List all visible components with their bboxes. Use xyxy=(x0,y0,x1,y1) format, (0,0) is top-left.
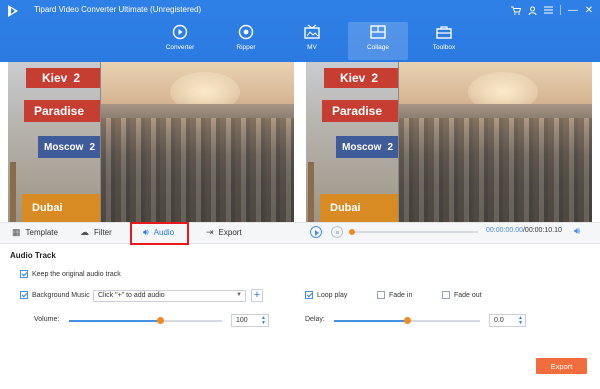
fade-in-checkbox[interactable]: Fade in xyxy=(377,291,412,299)
main-nav: Converter Ripper MV Collage Toolbox xyxy=(150,22,480,60)
checkbox-box[interactable] xyxy=(305,291,313,299)
city-photo xyxy=(398,62,592,222)
template-icon: ▦ xyxy=(12,227,21,237)
keep-original-audio-checkbox[interactable]: Keep the original audio track xyxy=(20,270,121,278)
nav-label: MV xyxy=(307,44,317,51)
window-controls: — ✕ xyxy=(509,3,596,17)
player-controls: 00:00:00.00/00:00:10.10 🔊︎ xyxy=(308,226,596,240)
ripper-icon xyxy=(238,24,254,40)
current-time: 00:00:00.00 xyxy=(486,227,523,234)
sign-dubai: Dubai xyxy=(22,194,100,222)
nav-label: Collage xyxy=(366,44,390,51)
fade-out-checkbox[interactable]: Fade out xyxy=(442,291,482,299)
delay-slider-fill xyxy=(334,320,407,322)
sign-dubai: Dubai xyxy=(320,194,398,222)
city-rooftops xyxy=(398,118,592,222)
minimize-icon[interactable]: — xyxy=(566,3,580,17)
volume-slider-fill xyxy=(69,320,161,322)
toolbox-icon xyxy=(436,26,452,39)
nav-item-toolbox[interactable]: Toolbox xyxy=(414,22,474,60)
loop-play-checkbox[interactable]: Loop play xyxy=(305,291,347,299)
delay-slider-knob[interactable] xyxy=(403,317,411,324)
collage-icon xyxy=(370,25,386,39)
signpost-photo: Kiev 2 Paradise Moscow 2 Dubai xyxy=(8,62,104,222)
volume-icon[interactable]: 🔊︎ xyxy=(574,226,580,237)
nav-label: Toolbox xyxy=(432,44,456,51)
nav-label: Converter xyxy=(165,44,195,51)
sea xyxy=(398,104,592,118)
delay-stepper[interactable]: 0.0 ▲ ▼ xyxy=(489,314,526,327)
pane-divider xyxy=(398,62,399,222)
tab-export[interactable]: ⇥ Export xyxy=(206,227,242,238)
volume-slider-knob[interactable] xyxy=(157,317,165,324)
app-title: Tipard Video Converter Ultimate (Unregis… xyxy=(34,5,202,14)
user-icon[interactable] xyxy=(525,3,539,17)
mv-icon xyxy=(304,24,320,39)
tab-template[interactable]: ▦ Template xyxy=(12,227,58,238)
export-button[interactable]: Export xyxy=(536,358,587,374)
delay-label: Delay: xyxy=(305,316,325,323)
close-icon[interactable]: ✕ xyxy=(582,3,596,17)
pane-divider xyxy=(100,62,101,222)
nav-item-converter[interactable]: Converter xyxy=(150,22,210,60)
sign-paradise: Paradise xyxy=(24,100,104,122)
sign-moscow: Moscow 2 xyxy=(38,136,102,158)
background-music-checkbox[interactable]: Background Music xyxy=(20,291,90,299)
sign-paradise: Paradise xyxy=(322,100,402,122)
output-preview: Kiev 2 Paradise Moscow 2 Dubai xyxy=(306,62,592,222)
app-header: Tipard Video Converter Ultimate (Unregis… xyxy=(0,0,600,62)
city-photo xyxy=(100,62,294,222)
export-icon: ⇥ xyxy=(206,227,214,237)
collage-preview[interactable]: Kiev 2 Paradise Moscow 2 Dubai xyxy=(8,62,294,222)
checkbox-box[interactable] xyxy=(20,291,28,299)
nav-item-ripper[interactable]: Ripper xyxy=(216,22,276,60)
stepper-arrows-icon[interactable]: ▲ ▼ xyxy=(518,316,523,326)
window-controls-divider xyxy=(560,5,561,15)
timeline-track[interactable] xyxy=(349,229,478,235)
play-button[interactable] xyxy=(310,226,322,238)
app-logo-icon xyxy=(8,5,18,17)
background-music-select[interactable]: Click "+" to add audio ▼ xyxy=(93,290,246,302)
time-readout: 00:00:00.00/00:00:10.10 xyxy=(486,227,562,234)
sign-kiev: Kiev 2 xyxy=(324,68,398,88)
checkbox-box[interactable] xyxy=(20,270,28,278)
checkbox-box[interactable] xyxy=(442,291,450,299)
add-audio-button[interactable]: + xyxy=(251,289,263,302)
cart-icon[interactable] xyxy=(509,3,523,17)
signpost-photo: Kiev 2 Paradise Moscow 2 Dubai xyxy=(306,62,402,222)
checkbox-box[interactable] xyxy=(377,291,385,299)
menu-icon[interactable] xyxy=(541,3,555,17)
timeline-knob[interactable] xyxy=(349,229,355,235)
nav-item-collage[interactable]: Collage xyxy=(348,22,408,60)
stop-button[interactable] xyxy=(331,226,343,238)
nav-item-mv[interactable]: MV xyxy=(282,22,342,60)
stepper-arrows-icon[interactable]: ▲ ▼ xyxy=(261,316,266,326)
delay-slider[interactable] xyxy=(334,317,480,324)
nav-label: Ripper xyxy=(236,44,256,51)
total-time: /00:00:10.10 xyxy=(522,227,562,234)
sign-pole xyxy=(10,162,16,222)
sign-moscow: Moscow 2 xyxy=(336,136,400,158)
section-title: Audio Track xyxy=(10,251,56,260)
converter-icon xyxy=(172,24,188,40)
filter-icon: ☁ xyxy=(80,227,89,237)
sign-pole xyxy=(308,162,314,222)
volume-stepper[interactable]: 100 ▲ ▼ xyxy=(231,314,269,327)
volume-slider[interactable] xyxy=(69,317,222,324)
tab-filter[interactable]: ☁ Filter xyxy=(80,227,112,238)
city-rooftops xyxy=(100,118,294,222)
audio-tab-highlight xyxy=(130,222,189,245)
volume-label: Volume: xyxy=(34,316,60,323)
sea xyxy=(100,104,294,118)
sign-kiev: Kiev 2 xyxy=(26,68,100,88)
chevron-down-icon: ▼ xyxy=(236,292,242,298)
